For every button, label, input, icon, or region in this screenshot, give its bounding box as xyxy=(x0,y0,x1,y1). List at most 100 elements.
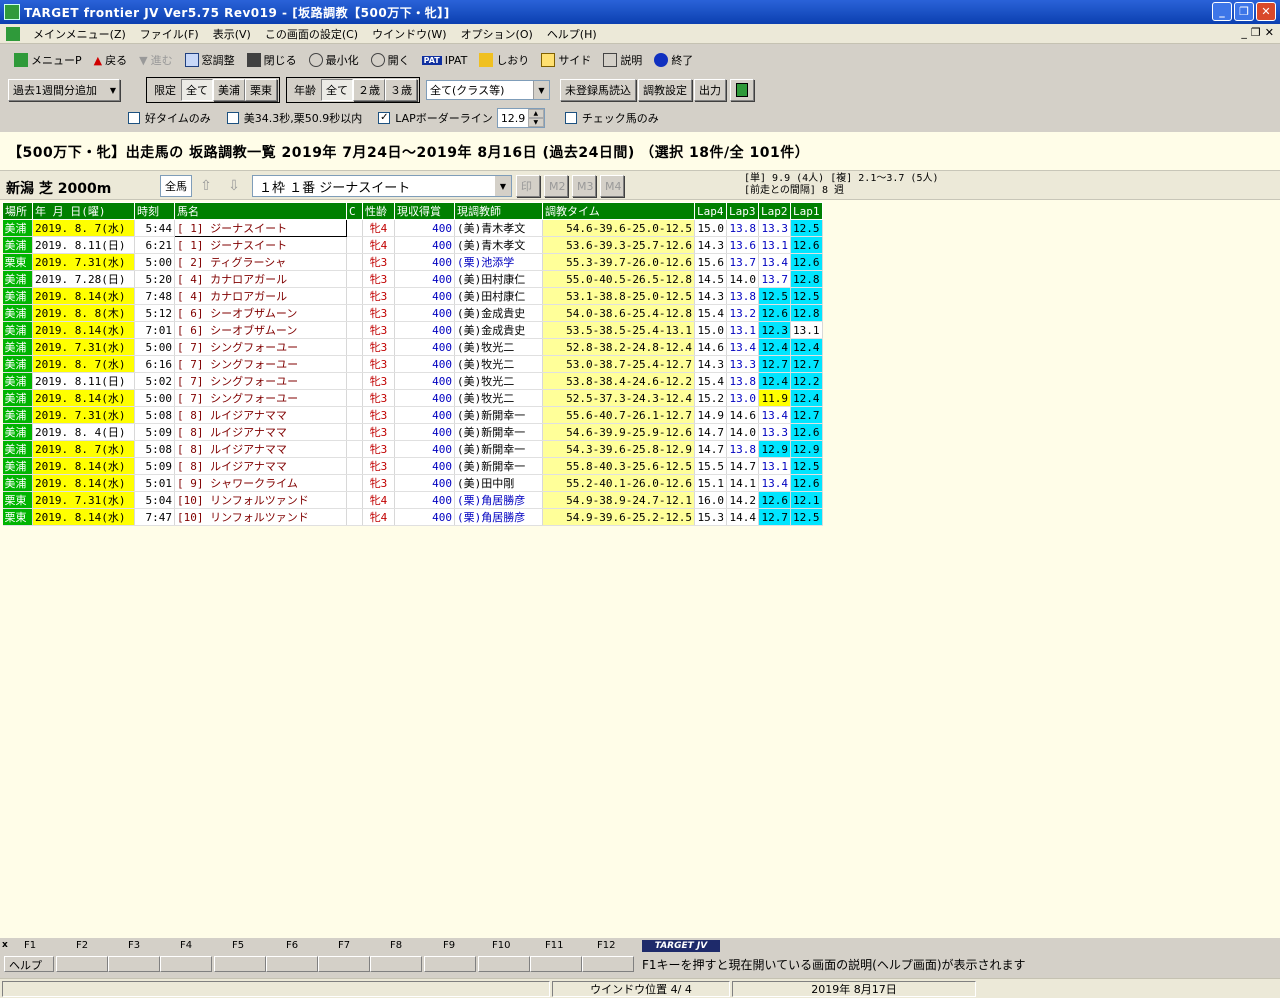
table-row[interactable]: 美浦 2019. 7.31(水) 5:00[ 7] シングフォーユー 牝3 400 (美)… xyxy=(2,338,823,356)
col-header-time[interactable]: 時刻 xyxy=(134,202,175,220)
side-button[interactable]: サイド xyxy=(535,49,597,71)
back-button[interactable]: ▲ 戻る xyxy=(88,49,133,71)
table-row[interactable]: 栗東 2019. 7.31(水) 5:04 [10] リンフォルツァンド 牝4 400 (栗… xyxy=(2,491,823,509)
table-row[interactable]: 美浦 2019. 8. 7(水) 6:16[ 7] シングフォーユー 牝3 400 (美)… xyxy=(2,355,823,373)
col-header-horse[interactable]: 馬名 xyxy=(174,202,347,220)
ipat-button[interactable]: PAT IPAT xyxy=(416,49,474,71)
table-row[interactable]: 美浦 2019. 8.14(水) 7:01[ 6] シーオブザムーン 牝3 400 (美)… xyxy=(2,321,823,339)
menu-p-button[interactable]: メニューP xyxy=(8,49,88,71)
mdi-minimize-icon[interactable]: _ xyxy=(1241,26,1247,39)
help-f1-button[interactable]: ヘルプ xyxy=(4,956,54,972)
exit-button[interactable]: 終了 xyxy=(648,49,699,71)
cell-training-time: 55.2-40.1-26.0-12.6 xyxy=(542,474,695,492)
table-row[interactable]: 美浦 2019. 8. 7(水) 5:44[ 1] ジーナスイート 牝4 400 (美)青… xyxy=(2,219,823,237)
mark-m2-button[interactable]: M2 xyxy=(544,175,568,197)
col-header-date[interactable]: 年 月 日(曜) xyxy=(32,202,135,220)
mdi-child-icon[interactable] xyxy=(6,26,20,41)
load-unregistered-button[interactable]: 未登録馬読込 xyxy=(560,79,636,101)
table-row[interactable]: 美浦 2019. 8. 7(水) 5:08[ 8] ルイジアナママ 牝3 400 (美)新… xyxy=(2,440,823,458)
spin-down-icon[interactable]: ▼ xyxy=(527,118,544,127)
col-header-lap3[interactable]: Lap3 xyxy=(726,202,759,220)
menu-file[interactable]: ファイル(F) xyxy=(133,26,206,42)
menu-window[interactable]: ウインドウ(W) xyxy=(365,26,453,42)
menu-view[interactable]: 表示(V) xyxy=(206,26,258,42)
menu-help[interactable]: ヘルプ(H) xyxy=(540,26,604,42)
limit-ritto-button[interactable]: 栗東 xyxy=(245,79,277,101)
table-row[interactable]: 美浦 2019. 8.14(水) 7:48[ 4] カナロアガール 牝3 400 (美)田… xyxy=(2,287,823,305)
table-row[interactable]: 栗東 2019. 8.14(水) 7:47 [10] リンフォルツァンド 牝4 400 (栗… xyxy=(2,508,823,526)
restore-button[interactable]: ❐ xyxy=(1234,2,1254,21)
col-header-place[interactable]: 場所 xyxy=(2,202,33,220)
class-select[interactable]: 全て(クラス等) ▼ xyxy=(426,80,550,100)
col-header-prize[interactable]: 現収得賞 xyxy=(394,202,455,220)
age-all-button[interactable]: 全て xyxy=(321,79,353,101)
table-row[interactable]: 美浦 2019. 7.28(日) 5:20[ 4] カナロアガール 牝3 400 (美)田… xyxy=(2,270,823,288)
fkey-button-f10[interactable] xyxy=(478,956,530,972)
mark-m4-button[interactable]: M4 xyxy=(600,175,624,197)
window-adjust-button[interactable]: 窓調整 xyxy=(179,49,241,71)
fkey-button-f4[interactable] xyxy=(160,956,212,972)
fkey-button-f12[interactable] xyxy=(582,956,634,972)
extra-tool-button[interactable] xyxy=(730,79,754,101)
fkey-button-f6[interactable] xyxy=(266,956,318,972)
checked-horse-only-checkbox[interactable]: チェック馬のみ xyxy=(564,110,659,126)
time-limit-checkbox[interactable]: 美34.3秒,栗50.9秒以内 xyxy=(226,110,362,126)
fkey-button-f8[interactable] xyxy=(370,956,422,972)
fkey-button-f2[interactable] xyxy=(56,956,108,972)
table-row[interactable]: 美浦 2019. 8.11(日) 6:21[ 1] ジーナスイート 牝4 400 (美)青… xyxy=(2,236,823,254)
col-header-lap1[interactable]: Lap1 xyxy=(790,202,823,220)
open-button[interactable]: 開く xyxy=(365,49,416,71)
table-row[interactable]: 栗東 2019. 7.31(水) 5:00[ 2] ティグラーシャ 牝3 400 (栗)池… xyxy=(2,253,823,271)
mdi-restore-icon[interactable]: ❐ xyxy=(1251,26,1261,39)
close-icon[interactable]: x xyxy=(2,940,12,950)
col-header-c[interactable]: C xyxy=(346,202,363,220)
table-row[interactable]: 美浦 2019. 8.11(日) 5:02[ 7] シングフォーユー 牝3 400 (美)… xyxy=(2,372,823,390)
mark-m3-button[interactable]: M3 xyxy=(572,175,596,197)
col-header-training-time[interactable]: 調教タイム xyxy=(542,202,695,220)
col-header-trainer[interactable]: 現調教師 xyxy=(454,202,543,220)
prev-horse-up-icon[interactable]: ⇧ xyxy=(194,175,218,197)
horse-select[interactable]: １枠 １番 ジーナスイート ▼ xyxy=(252,175,512,197)
cell-trainer: (美)田村康仁 xyxy=(454,287,543,305)
table-row[interactable]: 美浦 2019. 7.31(水) 5:08[ 8] ルイジアナママ 牝3 400 (美)新… xyxy=(2,406,823,424)
cell-lap4: 14.7 xyxy=(694,440,727,458)
fkey-button-f9[interactable] xyxy=(424,956,476,972)
col-header-lap4[interactable]: Lap4 xyxy=(694,202,727,220)
menu-screen-settings[interactable]: この画面の設定(C) xyxy=(258,26,365,42)
minimize-all-button[interactable]: 最小化 xyxy=(303,49,365,71)
menu-main[interactable]: メインメニュー(Z) xyxy=(26,26,133,42)
fkey-button-f3[interactable] xyxy=(108,956,160,972)
mark-button[interactable]: 印 xyxy=(516,175,540,197)
training-settings-button[interactable]: 調教設定 xyxy=(638,79,692,101)
menu-option[interactable]: オプション(O) xyxy=(454,26,540,42)
explain-button[interactable]: 説明 xyxy=(597,49,648,71)
close-window-button[interactable]: 閉じる xyxy=(241,49,303,71)
mdi-close-icon[interactable]: ✕ xyxy=(1265,26,1274,39)
minimize-button[interactable]: _ xyxy=(1212,2,1232,21)
table-row[interactable]: 美浦 2019. 8. 8(木) 5:12[ 6] シーオブザムーン 牝3 400 (美)… xyxy=(2,304,823,322)
bookmark-button[interactable]: しおり xyxy=(473,49,535,71)
col-header-sex-age[interactable]: 性齢 xyxy=(362,202,395,220)
add-past-week-button[interactable]: 過去1週間分追加 ▼ xyxy=(8,79,120,101)
lap-border-checkbox[interactable]: ✓ LAPボーダーライン xyxy=(378,110,493,126)
table-row[interactable]: 美浦 2019. 8.14(水) 5:09[ 8] ルイジアナママ 牝3 400 (美)新… xyxy=(2,457,823,475)
next-horse-down-icon[interactable]: ⇩ xyxy=(222,175,246,197)
output-button[interactable]: 出力 xyxy=(694,79,726,101)
forward-button[interactable]: ▼ 進む xyxy=(133,49,178,71)
all-horses-select[interactable]: 全馬 xyxy=(160,175,192,197)
fkey-button-f11[interactable] xyxy=(530,956,582,972)
limit-miho-button[interactable]: 美浦 xyxy=(213,79,245,101)
age-3yo-button[interactable]: ３歳 xyxy=(385,79,417,101)
close-button[interactable]: ✕ xyxy=(1256,2,1276,21)
lap-border-spinner[interactable]: 12.9 ▲ ▼ xyxy=(496,108,545,128)
table-row[interactable]: 美浦 2019. 8. 4(日) 5:09[ 8] ルイジアナママ 牝3 400 (美)新… xyxy=(2,423,823,441)
good-time-checkbox[interactable]: 好タイムのみ xyxy=(128,110,211,126)
spin-up-icon[interactable]: ▲ xyxy=(527,109,544,118)
fkey-button-f7[interactable] xyxy=(318,956,370,972)
col-header-lap2[interactable]: Lap2 xyxy=(758,202,791,220)
age-2yo-button[interactable]: ２歳 xyxy=(353,79,385,101)
table-row[interactable]: 美浦 2019. 8.14(水) 5:01[ 9] シャワークライム 牝3 400 (美)… xyxy=(2,474,823,492)
table-row[interactable]: 美浦 2019. 8.14(水) 5:00[ 7] シングフォーユー 牝3 400 (美)… xyxy=(2,389,823,407)
fkey-button-f5[interactable] xyxy=(214,956,266,972)
limit-all-button[interactable]: 全て xyxy=(181,79,213,101)
